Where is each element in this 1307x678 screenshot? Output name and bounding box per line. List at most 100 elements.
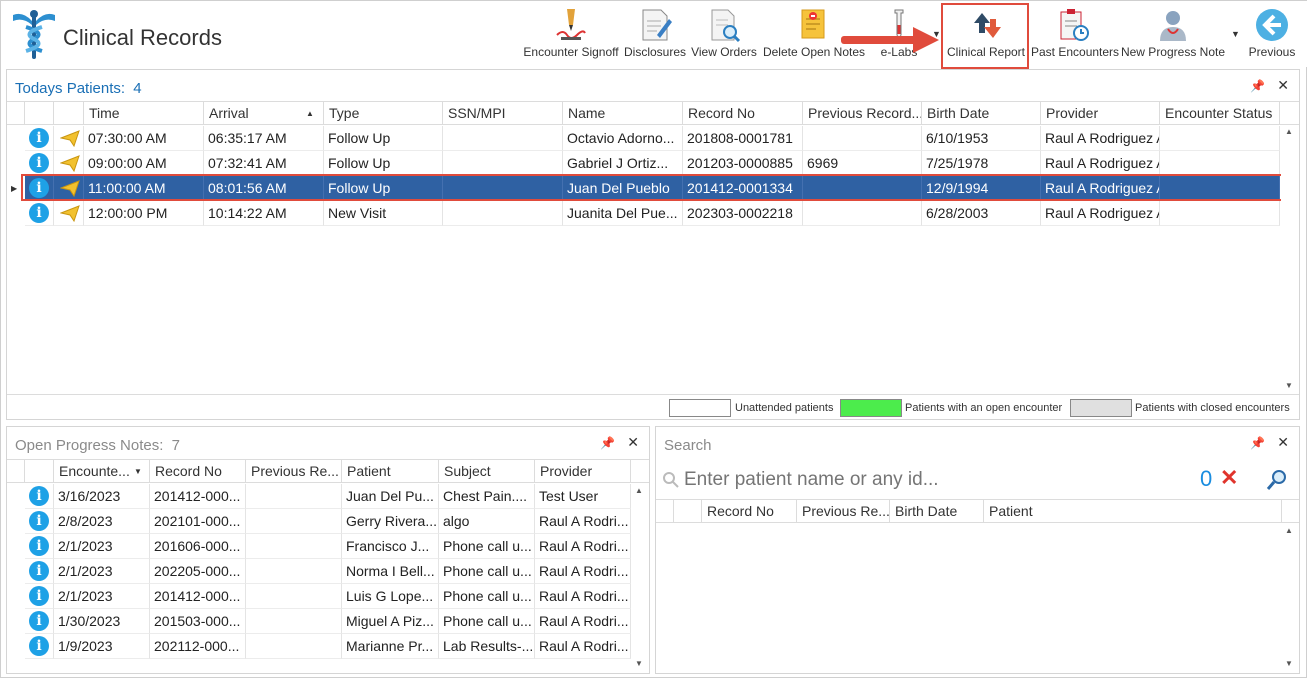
column-header-previous-record[interactable]: Previous Re... [797,500,890,523]
header: Clinical Records Encounter Signoff Discl… [1,1,1307,69]
search-input[interactable] [684,467,1164,493]
info-cell[interactable]: i [25,509,54,534]
column-header-encounter-status[interactable]: Encounter Status [1160,102,1280,125]
cell-record: 201412-000... [150,484,246,509]
cell-date: 1/30/2023 [54,609,150,634]
open-progress-notes-grid-header: Encounte... ▼ Record No Previous Re... P… [7,459,649,483]
cell-prev [246,484,342,509]
info-column-header [25,460,54,483]
previous-button[interactable]: Previous [1246,3,1298,67]
scroll-up-icon[interactable]: ▲ [635,486,643,495]
clear-search-icon[interactable]: ✕ [1220,465,1238,491]
scroll-up-icon[interactable]: ▲ [1285,127,1293,136]
info-icon[interactable]: i [29,536,49,556]
column-header-patient[interactable]: Patient [342,460,439,483]
clipboard-clock-icon [1060,9,1089,41]
info-icon[interactable]: i [29,128,49,148]
scroll-down-icon[interactable]: ▼ [635,659,643,668]
table-row[interactable]: i 2/8/2023 202101-000... Gerry Rivera... alg… [7,509,631,534]
encounter-signoff-button[interactable]: Encounter Signoff [522,3,620,67]
open-progress-notes-scrollbar[interactable]: ▲ ▼ [631,484,647,670]
close-icon[interactable]: ✕ [1277,434,1289,451]
info-cell[interactable]: i [25,484,54,509]
info-cell[interactable]: i [25,634,54,659]
table-row[interactable]: i 09:00:00 AM 07:32:41 AM Follow Up Gabriel … [7,151,1280,176]
info-column-header [674,500,702,523]
info-icon[interactable]: i [29,203,49,223]
cell-prev: 6969 [803,151,922,176]
column-header-type[interactable]: Type [324,102,443,125]
cell-type: Follow Up [324,151,443,176]
info-cell[interactable]: i [25,534,54,559]
info-icon[interactable]: i [29,636,49,656]
info-cell[interactable]: i [25,151,54,176]
table-row[interactable]: i 1/30/2023 201503-000... Miguel A Piz... Ph… [7,609,631,634]
cell-type: New Visit [324,201,443,226]
cell-prev [246,609,342,634]
todays-patients-count: 4 [133,80,142,97]
column-header-ssn[interactable]: SSN/MPI [443,102,563,125]
info-cell[interactable]: i [25,584,54,609]
info-cell[interactable]: i [25,609,54,634]
view-orders-button[interactable]: View Orders [690,3,758,67]
column-header-patient[interactable]: Patient [984,500,1282,523]
info-cell[interactable]: i [25,559,54,584]
table-row[interactable]: i 07:30:00 AM 06:35:17 AM Follow Up Octavio … [7,126,1280,151]
info-icon[interactable]: i [29,561,49,581]
column-header-arrival[interactable]: Arrival ▲ [204,102,324,125]
column-header-encounter[interactable]: Encounte... ▼ [54,460,150,483]
doctor-note-icon [1160,11,1186,41]
column-header-record-no[interactable]: Record No [150,460,246,483]
close-icon[interactable]: ✕ [627,434,639,451]
flag-column-header [54,102,84,125]
past-encounters-button[interactable]: Past Encounters [1031,3,1119,67]
column-header-provider[interactable]: Provider [1041,102,1160,125]
column-header-subject[interactable]: Subject [439,460,535,483]
search-results-scrollbar[interactable]: ▲ ▼ [1281,524,1297,670]
column-header-time[interactable]: Time [84,102,204,125]
column-header-birth-date[interactable]: Birth Date [890,500,984,523]
column-header-birth-date[interactable]: Birth Date [922,102,1041,125]
table-row[interactable]: i 2/1/2023 202205-000... Norma I Bell... Pho… [7,559,631,584]
magnifier-search-icon[interactable] [1266,469,1288,491]
cell-prev [246,584,342,609]
column-header-record-no[interactable]: Record No [702,500,797,523]
cell-record: 201606-000... [150,534,246,559]
cell-subject: Chest Pain.... [439,484,535,509]
scroll-down-icon[interactable]: ▼ [1285,659,1293,668]
table-row[interactable]: i 2/1/2023 201412-000... Luis G Lope... Phon… [7,584,631,609]
pin-icon[interactable]: 📌 [1250,436,1265,450]
column-header-previous-record[interactable]: Previous Re... [246,460,342,483]
close-icon[interactable]: ✕ [1277,77,1289,94]
table-row[interactable]: i 3/16/2023 201412-000... Juan Del Pu... Che… [7,484,631,509]
pin-icon[interactable]: 📌 [600,436,615,450]
pin-icon[interactable]: 📌 [1250,79,1265,93]
info-icon[interactable]: i [29,153,49,173]
cell-prev [246,534,342,559]
cell-patient: Luis G Lope... [342,584,439,609]
caduceus-logo-icon [13,10,55,59]
column-header-record-no[interactable]: Record No [683,102,803,125]
todays-patients-scrollbar[interactable]: ▲ ▼ [1281,125,1297,392]
cell-date: 2/1/2023 [54,584,150,609]
cell-provider: Raul A Rodri... [535,634,631,659]
table-row[interactable]: i 2/1/2023 201606-000... Francisco J... Phon… [7,534,631,559]
column-header-previous-record[interactable]: Previous Record... [803,102,922,125]
column-header-provider[interactable]: Provider [535,460,631,483]
scroll-down-icon[interactable]: ▼ [1285,381,1293,390]
table-row[interactable]: i 1/9/2023 202112-000... Marianne Pr... Lab … [7,634,631,659]
info-cell[interactable]: i [25,126,54,151]
scroll-up-icon[interactable]: ▲ [1285,526,1293,535]
info-cell[interactable]: i [25,201,54,226]
info-icon[interactable]: i [29,586,49,606]
column-header-name[interactable]: Name [563,102,683,125]
info-icon[interactable]: i [29,486,49,506]
info-icon[interactable]: i [29,611,49,631]
table-row[interactable]: i 12:00:00 PM 10:14:22 AM New Visit Juanita … [7,201,1280,226]
disclosures-button[interactable]: Disclosures [623,3,687,67]
cell-name: Gabriel J Ortiz... [563,151,683,176]
info-icon[interactable]: i [29,511,49,531]
new-progress-note-dropdown-icon[interactable]: ▼ [1231,29,1240,39]
new-progress-note-button[interactable]: New Progress Note [1120,3,1226,67]
todays-patients-grid-header: Time Arrival ▲ Type SSN/MPI Name Record … [7,101,1299,125]
